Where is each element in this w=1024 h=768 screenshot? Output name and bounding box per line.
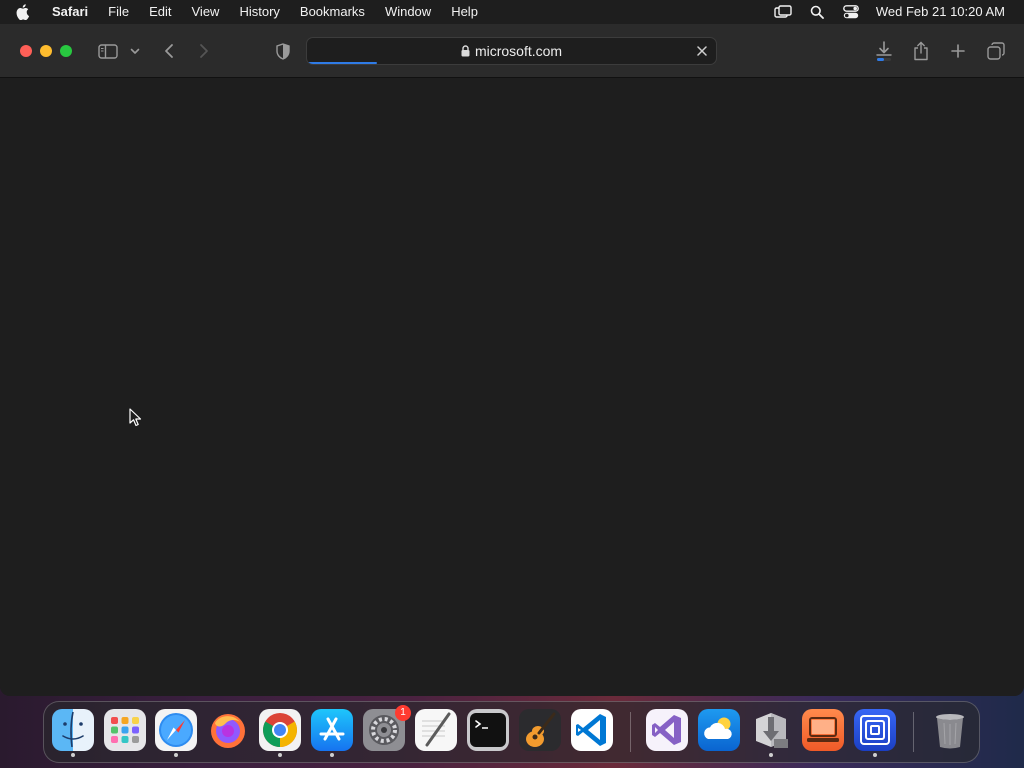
page-load-progress-fill — [307, 62, 377, 64]
address-bar[interactable]: microsoft.com — [306, 37, 717, 65]
running-indicator — [330, 753, 334, 757]
app-store-icon — [311, 709, 353, 751]
menu-bookmarks[interactable]: Bookmarks — [290, 0, 375, 24]
mouse-pointer-icon — [129, 408, 143, 428]
dock-vscode[interactable] — [571, 709, 613, 751]
running-indicator — [278, 753, 282, 757]
dock-separator — [913, 712, 914, 752]
dock-remote-desktop[interactable] — [802, 709, 844, 751]
running-indicator — [769, 753, 773, 757]
zoom-window-button[interactable] — [60, 45, 72, 57]
menu-clock[interactable]: Wed Feb 21 10:20 AM — [868, 0, 1024, 24]
dock-garageband[interactable] — [519, 709, 561, 751]
safari-window: microsoft.com — [0, 24, 1024, 696]
firefox-icon — [207, 709, 249, 751]
url-display[interactable]: microsoft.com — [307, 38, 716, 64]
back-chevron-icon[interactable] — [158, 38, 180, 64]
menu-help[interactable]: Help — [441, 0, 488, 24]
minimize-window-button[interactable] — [40, 45, 52, 57]
dock-textedit[interactable] — [415, 709, 457, 751]
downloads-icon[interactable] — [872, 38, 896, 64]
browser-toolbar: microsoft.com — [0, 24, 1024, 78]
dock-terminal[interactable] — [467, 709, 509, 751]
running-indicator — [873, 753, 877, 757]
dock-installer[interactable] — [750, 709, 792, 757]
running-indicator — [71, 753, 75, 757]
garageband-icon — [519, 709, 561, 751]
dock-separator — [630, 712, 631, 752]
installer-icon — [750, 709, 792, 751]
screen-sharing-icon — [854, 709, 896, 751]
menu-app-name[interactable]: Safari — [46, 0, 98, 24]
share-icon[interactable] — [910, 38, 932, 64]
screen-mirroring-icon[interactable] — [766, 0, 800, 24]
dock: 1 — [43, 701, 980, 763]
menu-view[interactable]: View — [182, 0, 230, 24]
stop-loading-icon[interactable] — [692, 41, 712, 61]
dock-app-store[interactable] — [311, 709, 353, 757]
chrome-icon — [259, 709, 301, 751]
apple-menu-icon[interactable] — [0, 4, 46, 20]
dock-chrome[interactable] — [259, 709, 301, 757]
lock-icon — [461, 45, 470, 57]
visual-studio-icon — [646, 709, 688, 751]
menu-window[interactable]: Window — [375, 0, 441, 24]
system-settings-icon: 1 — [363, 705, 411, 751]
dock-safari[interactable] — [155, 709, 197, 757]
forward-chevron-icon[interactable] — [193, 38, 215, 64]
remote-desktop-icon — [802, 709, 844, 751]
control-center-icon[interactable] — [834, 0, 868, 24]
tab-overview-icon[interactable] — [985, 38, 1007, 64]
dock-system-settings[interactable]: 1 — [363, 705, 411, 751]
privacy-shield-icon[interactable] — [272, 38, 294, 64]
spotlight-search-icon[interactable] — [800, 0, 834, 24]
web-content-area[interactable] — [0, 78, 1024, 696]
vscode-icon — [571, 709, 613, 751]
textedit-icon — [415, 709, 457, 751]
url-text: microsoft.com — [474, 43, 563, 59]
close-window-button[interactable] — [20, 45, 32, 57]
status-area: Wed Feb 21 10:20 AM — [766, 0, 1024, 24]
dock-screen-sharing[interactable] — [854, 709, 896, 757]
finder-icon — [52, 709, 94, 751]
dock-weather[interactable] — [698, 709, 740, 751]
dock-trash[interactable] — [929, 709, 971, 751]
safari-icon — [155, 709, 197, 751]
tab-group-chevron-down-icon[interactable] — [128, 38, 142, 64]
dock-launchpad[interactable] — [104, 709, 146, 751]
launchpad-icon — [104, 709, 146, 751]
trash-icon — [929, 709, 971, 751]
dock-visual-studio[interactable] — [646, 709, 688, 751]
notification-badge: 1 — [395, 705, 411, 721]
page-load-progress — [307, 62, 716, 64]
new-tab-plus-icon[interactable] — [947, 38, 969, 64]
running-indicator — [174, 753, 178, 757]
terminal-icon — [467, 709, 509, 751]
menu-history[interactable]: History — [229, 0, 289, 24]
menu-file[interactable]: File — [98, 0, 139, 24]
menu-bar: Safari File Edit View History Bookmarks … — [0, 0, 1024, 24]
menu-edit[interactable]: Edit — [139, 0, 181, 24]
dock-finder[interactable] — [52, 709, 94, 757]
dock-firefox[interactable] — [207, 709, 249, 751]
sidebar-toggle-icon[interactable] — [96, 38, 120, 64]
weather-icon — [698, 709, 740, 751]
